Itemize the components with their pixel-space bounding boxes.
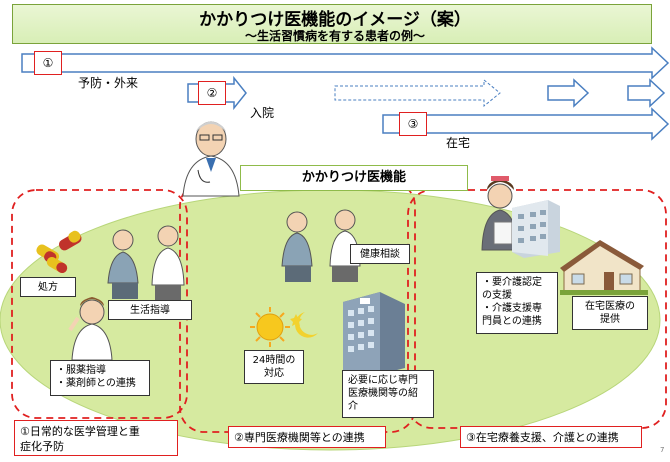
timeline-label-1: 予防・外来 <box>78 76 139 90</box>
timeline-step-2: ② <box>198 81 226 105</box>
prescription-box: 処方 <box>20 277 76 297</box>
care-support-line-3: ・介護支援専 <box>482 303 542 314</box>
hours-24-line-2: 対応 <box>264 368 284 379</box>
specialist-referral-box: 必要に応じ専門 医療機関等の紹 介 <box>342 370 434 418</box>
primary-care-function-banner: かかりつけ医機能 <box>240 165 468 191</box>
timeline-step-3: ③ <box>399 112 427 136</box>
care-support-line-4: 門員との連携 <box>482 316 542 327</box>
hours-24-box: 24時間の 対応 <box>244 350 304 384</box>
hospital-building-icon <box>343 292 405 378</box>
timeline-arrow-2d <box>627 78 666 108</box>
home-care-line-2: 提供 <box>600 314 620 325</box>
medication-guidance-line-2: ・薬剤師との連携 <box>56 378 136 389</box>
timeline-arrow-2c <box>547 78 590 108</box>
care-support-box: ・要介護認定 の支援 ・介護支援専 門員との連携 <box>476 272 558 334</box>
hours-24-line-1: 24時間の <box>252 355 296 366</box>
health-consultation-box: 健康相談 <box>350 244 410 264</box>
referral-line-2: 医療機関等の紹 <box>348 388 418 399</box>
referral-line-3: 介 <box>348 401 358 412</box>
home-care-line-1: 在宅医療の <box>585 301 635 312</box>
doctor-main-icon <box>182 121 240 197</box>
care-support-line-2: の支援 <box>482 290 512 301</box>
care-support-line-1: ・要介護認定 <box>482 277 542 288</box>
section-3-label: ③在宅療養支援、介護との連携 <box>460 426 642 448</box>
page-number: 7 <box>660 446 665 454</box>
section-2-label-line-1: ②専門医療機関等との連携 <box>234 431 365 444</box>
medication-guidance-line-1: ・服薬指導 <box>56 365 106 376</box>
section-3-label-line-1: ③在宅療養支援、介護との連携 <box>466 431 619 444</box>
timeline-arrow-2b <box>334 78 501 108</box>
lifestyle-guidance-box: 生活指導 <box>108 300 192 320</box>
timeline-step-1: ① <box>34 51 62 75</box>
home-medical-care-box: 在宅医療の 提供 <box>572 296 648 330</box>
timeline-label-2: 入院 <box>250 106 275 120</box>
referral-line-1: 必要に応じ専門 <box>348 375 418 386</box>
care-facility-icon <box>512 200 560 258</box>
section-1-label-line-2: 症化予防 <box>20 440 64 453</box>
section-1-label: ①日常的な医学管理と重 症化予防 <box>14 420 178 456</box>
timeline-label-3: 在宅 <box>446 136 471 150</box>
section-2-label: ②専門医療機関等との連携 <box>228 426 386 448</box>
section-1-label-line-1: ①日常的な医学管理と重 <box>20 425 140 438</box>
medication-guidance-box: ・服薬指導 ・薬剤師との連携 <box>50 360 150 396</box>
